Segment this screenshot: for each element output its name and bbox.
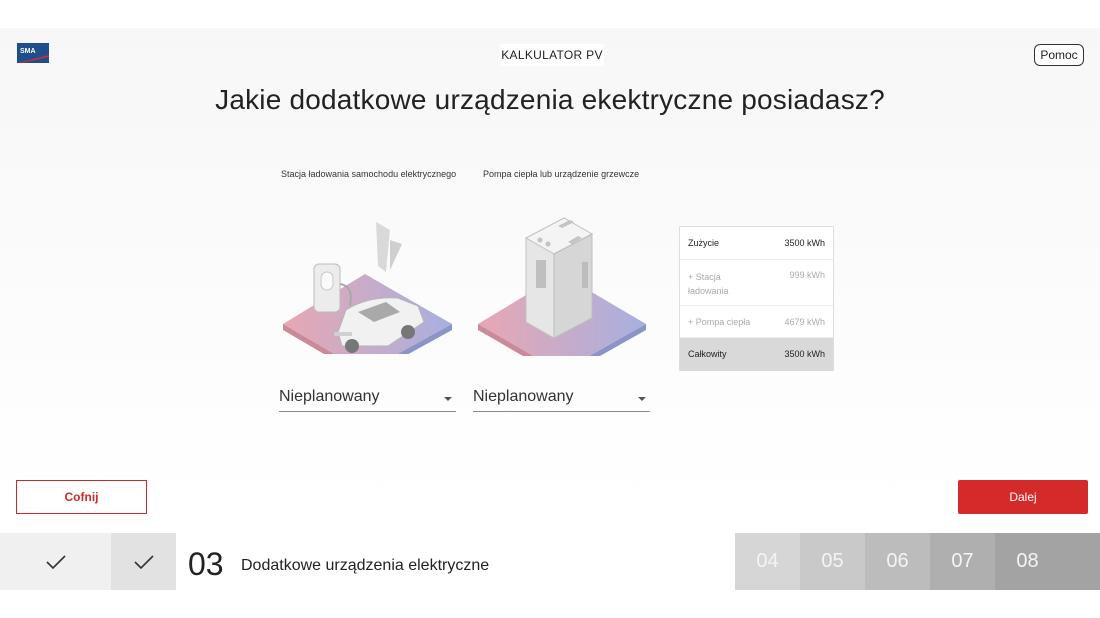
ev-station-label: Stacja ładowania samochodu elektrycznego xyxy=(281,169,457,179)
heat-pump-dropdown[interactable]: Nieplanowany xyxy=(473,384,650,412)
current-step-number: 03 xyxy=(188,546,224,582)
step-07[interactable]: 07 xyxy=(930,533,995,590)
energy-summary-table: Zużycie 3500 kWh + Stacja ładowania 999 … xyxy=(679,226,834,371)
sma-logo: SMA xyxy=(17,43,49,63)
back-button[interactable]: Cofnij xyxy=(16,480,147,514)
step-08[interactable]: 08 xyxy=(995,533,1060,590)
page-question: Jakie dodatkowe urządzenia ekektryczne p… xyxy=(215,84,885,115)
step-1-completed[interactable] xyxy=(0,533,111,590)
current-step-label: Dodatkowe urządzenia elektryczne xyxy=(241,557,490,574)
ev-charging-station-illustration xyxy=(283,222,452,354)
ev-station-dropdown-value: Nieplanowany xyxy=(279,388,380,405)
checkmark-icon xyxy=(133,554,154,569)
summary-row-charging: + Stacja ładowania 999 kWh xyxy=(680,260,833,306)
chevron-down-icon xyxy=(444,397,452,401)
app-container: SMA KALKULATOR PV Pomoc Jakie dodatkowe … xyxy=(0,28,1100,590)
svg-text:SMA: SMA xyxy=(20,48,36,55)
step-2-completed[interactable] xyxy=(111,533,176,590)
heat-pump-label: Pompa ciepła lub urządzenie grzewcze xyxy=(483,169,640,179)
heat-pump-illustration xyxy=(478,217,646,356)
checkmark-icon xyxy=(45,554,66,569)
next-button[interactable]: Dalej xyxy=(958,480,1088,514)
heat-pump-dropdown-value: Nieplanowany xyxy=(473,388,574,405)
summary-row-heatpump: + Pompa ciepła 4679 kWh xyxy=(680,306,833,338)
step-04[interactable]: 04 xyxy=(735,533,800,590)
step-05[interactable]: 05 xyxy=(800,533,865,590)
app-title: KALKULATOR PV xyxy=(500,44,604,66)
ev-station-dropdown[interactable]: Nieplanowany xyxy=(279,384,456,412)
help-button[interactable]: Pomoc xyxy=(1034,44,1084,66)
step-06[interactable]: 06 xyxy=(865,533,930,590)
summary-row-consumption: Zużycie 3500 kWh xyxy=(680,227,833,260)
chevron-down-icon xyxy=(638,397,646,401)
progress-stepper: 03 Dodatkowe urządzenia elektryczne 04 0… xyxy=(0,533,1100,590)
stepper-tail xyxy=(1060,533,1100,590)
summary-row-total: Całkowity 3500 kWh xyxy=(680,338,833,371)
